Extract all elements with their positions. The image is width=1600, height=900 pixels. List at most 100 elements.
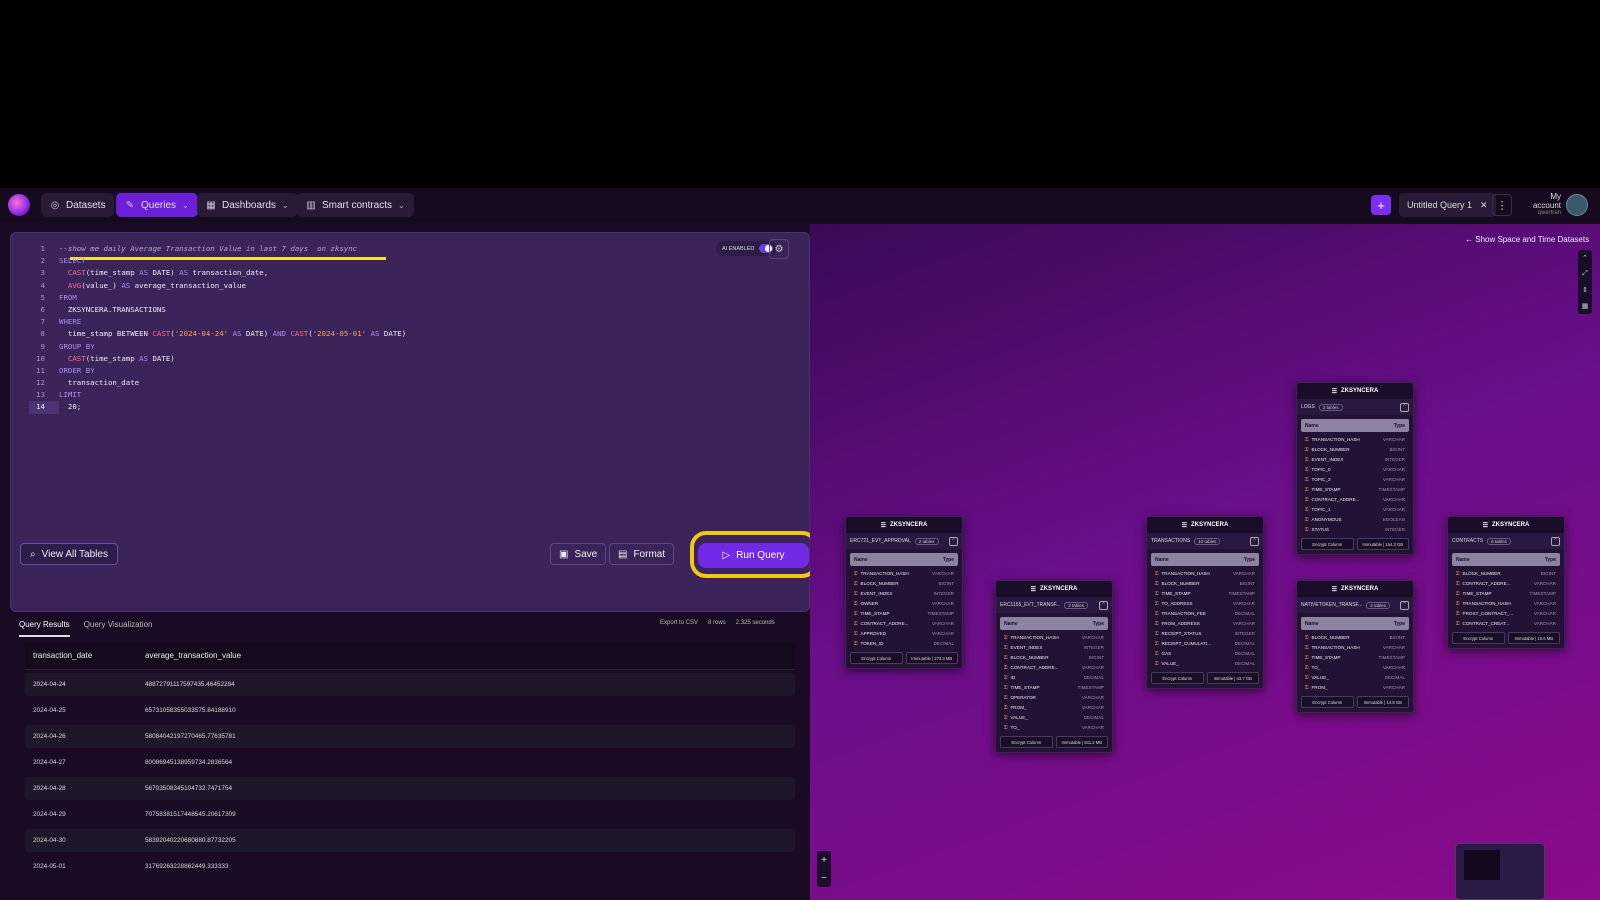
table-row[interactable]: 2024-04-30 58392040220680880.87732205 — [25, 829, 795, 852]
zoom-out-icon[interactable]: − — [821, 873, 827, 884]
column-row[interactable]: ⚿ BLOCK_NUMBER BIGINT — [1448, 568, 1564, 578]
chevron-up-icon[interactable]: ⌃ — [1250, 536, 1259, 546]
column-row[interactable]: ⚿ EVENT_INDEX INTEGER — [996, 642, 1112, 652]
table-row[interactable]: 2024-04-28 56703508345104732.7471754 — [25, 777, 795, 800]
nav-smart-contracts[interactable]: ▥ Smart contracts ⌄ — [297, 193, 414, 217]
column-row[interactable]: ⚿ TRANSACTION_HASH VARCHAR — [1297, 642, 1413, 652]
query-tab[interactable]: Untitled Query 1 ✕ — [1399, 193, 1496, 217]
tab-query-results[interactable]: Query Results — [19, 620, 70, 637]
minimap[interactable] — [1455, 843, 1545, 900]
zoom-in-icon[interactable]: + — [821, 855, 827, 866]
column-row[interactable]: ⚿ TRANSACTION_HASH VARCHAR — [1448, 598, 1564, 608]
column-row[interactable]: ⚿ TRANSACTION_HASH VARCHAR — [1297, 434, 1413, 444]
column-row[interactable]: ⚿ EVENT_INDEX INTEGER — [1297, 454, 1413, 464]
column-row[interactable]: ⚿ TOPIC_0 VARCHAR — [1297, 464, 1413, 474]
layout-icon[interactable]: ▦ — [1582, 302, 1589, 310]
code-line[interactable]: 9 GROUP BY — [29, 341, 709, 353]
code-line[interactable]: 5 FROM — [29, 292, 709, 304]
table-row[interactable]: 2024-04-24 48872791117597435.46452284 — [25, 673, 795, 696]
column-row[interactable]: ⚿ CONTRACT_ADDRE... VARCHAR — [1297, 494, 1413, 504]
column-row[interactable]: ⚿ VALUE_ DECIMAL — [1147, 658, 1263, 668]
column-row[interactable]: ⚿ OWNER VARCHAR — [846, 598, 962, 608]
table-row[interactable]: 2024-04-25 65731058355033575.84188910 — [25, 699, 795, 722]
column-row[interactable]: ⚿ RECEIPT_STATUS INTEGER — [1147, 628, 1263, 638]
column-row[interactable]: ⚿ VALUE_ DECIMAL — [996, 712, 1112, 722]
column-row[interactable]: ⚿ PROXY_CONTRACT_... VARCHAR — [1448, 608, 1564, 618]
code-line[interactable]: 2 SELECT — [29, 255, 709, 267]
nav-queries[interactable]: ✎ Queries ⌄ — [116, 193, 198, 217]
column-row[interactable]: ⚿ ANONYMOUS BOOLEAN — [1297, 514, 1413, 524]
chevron-up-icon[interactable]: ⌃ — [1400, 402, 1409, 412]
table-card[interactable]: ☰ ZKSYNCERA ERC1155_EVT_TRANSF... 2 tables ⌃… — [995, 580, 1113, 753]
table-card[interactable]: ☰ ZKSYNCERA NATIVETOKEN_TRANSF... 2 tables ⌃… — [1296, 580, 1414, 713]
chevron-up-icon[interactable]: ⌃ — [1400, 600, 1409, 610]
more-menu-button[interactable]: ⋮ — [1492, 194, 1512, 216]
avatar[interactable] — [1566, 194, 1588, 216]
code-line[interactable]: 12 transaction_date — [29, 377, 709, 389]
nav-dashboards[interactable]: ▦ Dashboards ⌄ — [197, 193, 298, 217]
column-row[interactable]: ⚿ TIME_STAMP TIMESTAMP — [1448, 588, 1564, 598]
column-row[interactable]: ⚿ EVENT_INDEX INTEGER — [846, 588, 962, 598]
table-card[interactable]: ☰ ZKSYNCERA LOGS 3 tables ⌃ Name Type ⚿ TRANSACT… — [1296, 382, 1414, 555]
account-menu[interactable]: My account qwertran — [1521, 192, 1561, 216]
code-line[interactable]: 10 CAST(time_stamp AS DATE) — [29, 353, 709, 365]
column-header[interactable]: average_transaction_value — [139, 651, 439, 660]
column-row[interactable]: ⚿ TIME_STAMP TIMESTAMP — [1297, 484, 1413, 494]
encrypt-column-button[interactable]: Encrypt Column — [850, 652, 903, 664]
code-line[interactable]: 3 CAST(time_stamp AS DATE) AS transactio… — [29, 267, 709, 279]
column-row[interactable]: ⚿ TO_ VARCHAR — [996, 722, 1112, 732]
column-row[interactable]: ⚿ TIME_STAMP TIMESTAMP — [996, 682, 1112, 692]
column-row[interactable]: ⚿ BLOCK_NUMBER BIGINT — [1297, 632, 1413, 642]
close-icon[interactable]: ✕ — [1480, 200, 1488, 211]
column-row[interactable]: ⚿ BLOCK_NUMBER BIGINT — [846, 578, 962, 588]
chevron-up-icon[interactable]: ⌃ — [1099, 600, 1108, 610]
column-row[interactable]: ⚿ TRANSACTION_FEE DECIMAL — [1147, 608, 1263, 618]
column-row[interactable]: ⚿ BLOCK_NUMBER BIGINT — [1297, 444, 1413, 454]
save-button[interactable]: ▣ Save — [550, 543, 607, 565]
table-card[interactable]: ☰ ZKSYNCERA ERC721_EVT_APPROVAL 2 tables ⌃ Na… — [845, 516, 963, 669]
column-row[interactable]: ⚿ TO_ VARCHAR — [1297, 662, 1413, 672]
chevron-up-icon[interactable]: ⌃ — [949, 536, 958, 546]
new-query-button[interactable]: + — [1371, 195, 1391, 215]
code-line[interactable]: 6 ZKSYNCERA.TRANSACTIONS — [29, 304, 709, 316]
column-row[interactable]: ⚿ TIME_STAMP TIMESTAMP — [1147, 588, 1263, 598]
nav-datasets[interactable]: ◎ Datasets — [41, 193, 115, 217]
column-row[interactable]: ⚿ TOKEN_ID DECIMAL — [846, 638, 962, 648]
column-row[interactable]: ⚿ CONTRACT_ADDRE... VARCHAR — [1448, 578, 1564, 588]
encrypt-column-button[interactable]: Encrypt Column — [1301, 696, 1354, 708]
show-datasets-link[interactable]: ← Show Space and Time Datasets — [1465, 235, 1589, 244]
column-row[interactable]: ⚿ VALUE_ DECIMAL — [1297, 672, 1413, 682]
expand-icon[interactable]: ⤢ — [1582, 270, 1588, 278]
encrypt-column-button[interactable]: Encrypt Column — [1000, 736, 1053, 748]
tab-query-visualization[interactable]: Query Visualization — [84, 620, 153, 637]
column-row[interactable]: ⚿ TRANSACTION_HASH VARCHAR — [1147, 568, 1263, 578]
editor-settings-button[interactable]: ⚙ — [769, 239, 789, 259]
column-row[interactable]: ⚿ TIME_STAMP TIMESTAMP — [846, 608, 962, 618]
table-row[interactable]: 2024-04-27 80086945138959734.2836564 — [25, 751, 795, 774]
code-line[interactable]: 7 WHERE — [29, 316, 709, 328]
fit-icon[interactable]: ⇕ — [1582, 286, 1588, 294]
column-row[interactable]: ⚿ TIME_STAMP TIMESTAMP — [1297, 652, 1413, 662]
encrypt-column-button[interactable]: Encrypt Column — [1452, 632, 1505, 644]
code-line[interactable]: 13 LIMIT — [29, 389, 709, 401]
encrypt-column-button[interactable]: Encrypt Column — [1151, 672, 1204, 684]
column-row[interactable]: ⚿ FROM_ADDRESS VARCHAR — [1147, 618, 1263, 628]
code-line[interactable]: 14 20; — [29, 401, 709, 414]
column-header[interactable]: transaction_date — [25, 651, 139, 660]
code-line[interactable]: 11 ORDER BY — [29, 365, 709, 377]
table-row[interactable]: 2024-04-29 70758381517448545.20617309 — [25, 803, 795, 826]
table-card[interactable]: ☰ ZKSYNCERA CONTRACTS 6 tables ⌃ Name Type ⚿ BLO… — [1447, 516, 1565, 649]
column-row[interactable]: ⚿ TOPIC_1 VARCHAR — [1297, 504, 1413, 514]
table-row[interactable]: 2024-04-26 58084042197270465.77635781 — [25, 725, 795, 748]
column-row[interactable]: ⚿ STATUS INTEGER — [1297, 524, 1413, 534]
column-row[interactable]: ⚿ TRANSACTION_HASH VARCHAR — [846, 568, 962, 578]
column-row[interactable]: ⚿ OPERATOR VARCHAR — [996, 692, 1112, 702]
chevron-up-icon[interactable]: ⌃ — [1551, 536, 1560, 546]
column-row[interactable]: ⚿ CONTRACT_ADDRE... VARCHAR — [846, 618, 962, 628]
collapse-icon[interactable]: ⌃ — [1582, 254, 1588, 262]
code-line[interactable]: 8 time_stamp BETWEEN CAST('2024-04-24' A… — [29, 328, 709, 340]
column-row[interactable]: ⚿ BLOCK_NUMBER BIGINT — [1147, 578, 1263, 588]
encrypt-column-button[interactable]: Encrypt Column — [1301, 538, 1354, 550]
code-line[interactable]: 4 AVG(value_) AS average_transaction_val… — [29, 280, 709, 292]
column-row[interactable]: ⚿ FROM_ VARCHAR — [996, 702, 1112, 712]
